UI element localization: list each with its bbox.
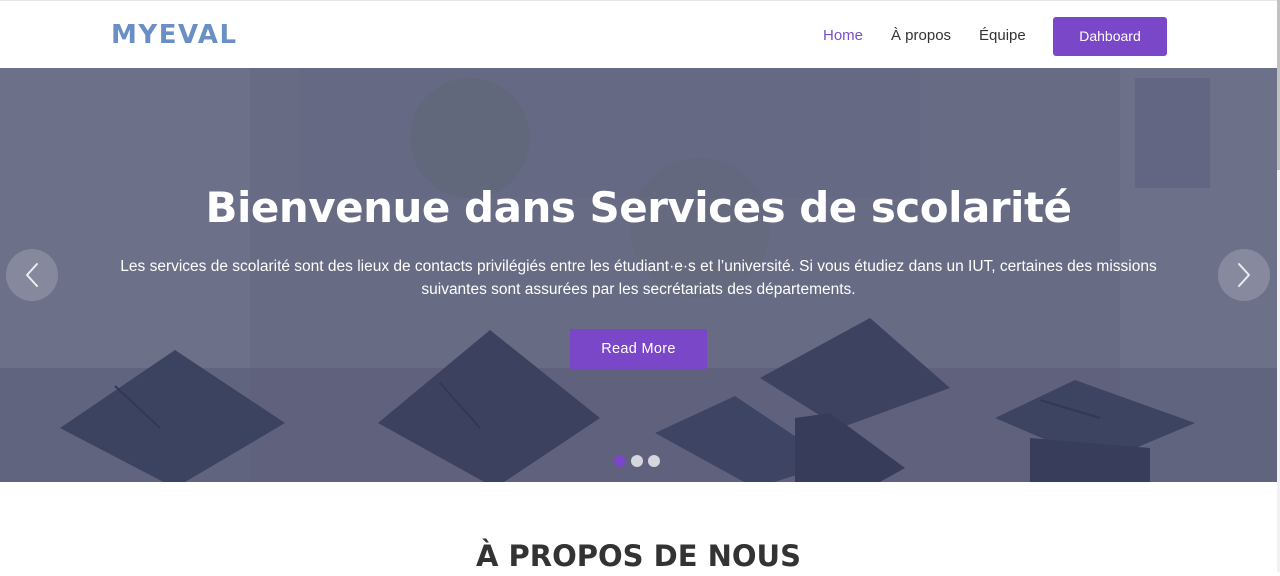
hero-description: Les services de scolarité sont des lieux… (120, 258, 1157, 298)
brand-logo[interactable]: MYEVAL (111, 18, 238, 52)
about-section-title: À PROPOS DE NOUS (475, 539, 801, 573)
carousel-dot-1[interactable] (614, 455, 626, 467)
nav-link-home[interactable]: Home (823, 25, 863, 47)
chevron-left-icon (26, 263, 38, 287)
nav-link-about[interactable]: À propos (891, 25, 951, 47)
carousel-dot-3[interactable] (648, 455, 660, 467)
carousel-dot-2[interactable] (631, 455, 643, 467)
carousel-next-button[interactable] (1218, 249, 1270, 301)
nav-link-team[interactable]: Équipe (979, 25, 1026, 47)
carousel-prev-button[interactable] (6, 249, 58, 301)
dashboard-button[interactable]: Dahboard (1053, 17, 1167, 56)
chevron-right-icon (1238, 263, 1250, 287)
read-more-button[interactable]: Read More (570, 329, 707, 369)
hero-carousel: Bienvenue dans Services de scolarité Les… (0, 68, 1277, 482)
navbar: MYEVAL Home À propos Équipe Dahboard (0, 0, 1280, 68)
hero-title: Bienvenue dans Services de scolarité (205, 183, 1072, 232)
